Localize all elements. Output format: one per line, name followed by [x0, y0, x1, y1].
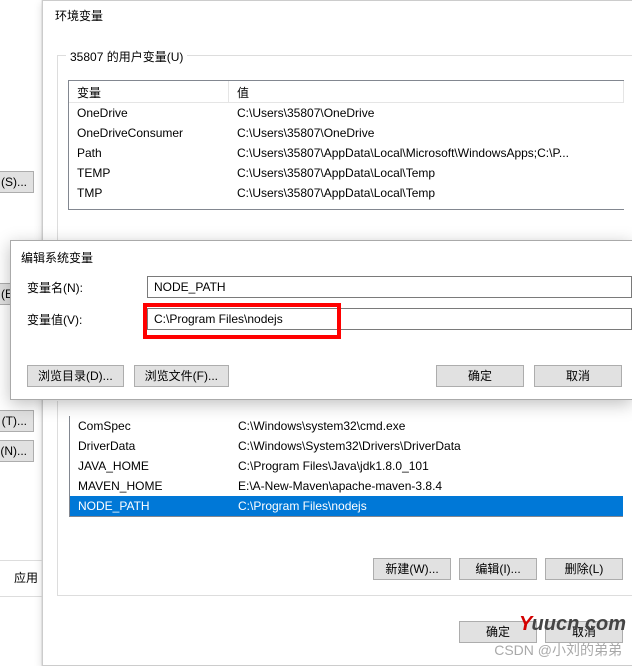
table-row[interactable]: TMP C:\Users\35807\AppData\Local\Temp [69, 183, 624, 203]
table-row[interactable]: OneDrive C:\Users\35807\OneDrive [69, 103, 624, 123]
dialog-title: 编辑系统变量 [21, 249, 93, 266]
table-row[interactable]: TEMP C:\Users\35807\AppData\Local\Temp [69, 163, 624, 183]
cell-name: MAVEN_HOME [70, 476, 230, 496]
table-row[interactable]: OneDriveConsumer C:\Users\35807\OneDrive [69, 123, 624, 143]
table-row-selected[interactable]: NODE_PATH C:\Program Files\nodejs [70, 496, 623, 516]
window-bottom-buttons: 确定 取消 [43, 621, 632, 643]
system-variables-buttons: 新建(W)... 编辑(I)... 删除(L) [43, 558, 632, 580]
cell-name: OneDriveConsumer [69, 123, 229, 143]
table-row[interactable]: ComSpec C:\Windows\system32\cmd.exe [70, 416, 623, 436]
new-button[interactable]: 新建(W)... [373, 558, 451, 580]
cell-value: C:\Program Files\nodejs [230, 496, 623, 516]
user-variables-table[interactable]: 变量 值 OneDrive C:\Users\35807\OneDrive On… [68, 80, 624, 210]
cell-value: C:\Program Files\Java\jdk1.8.0_101 [230, 456, 623, 476]
cell-name: TEMP [69, 163, 229, 183]
cell-name: OneDrive [69, 103, 229, 123]
cell-value: C:\Users\35807\OneDrive [229, 103, 624, 123]
table-row[interactable]: MAVEN_HOME E:\A-New-Maven\apache-maven-3… [70, 476, 623, 496]
col-header-variable[interactable]: 变量 [69, 81, 229, 102]
variable-name-label: 变量名(N): [27, 279, 147, 296]
cell-name: ComSpec [70, 416, 230, 436]
table-row[interactable]: Path C:\Users\35807\AppData\Local\Micros… [69, 143, 624, 163]
ok-button[interactable]: 确定 [459, 621, 537, 643]
cell-name: DriverData [70, 436, 230, 456]
cell-value: C:\Users\35807\AppData\Local\Microsoft\W… [229, 143, 624, 163]
col-header-value[interactable]: 值 [229, 81, 624, 102]
user-variables-legend: 35807 的用户变量(U) [66, 48, 187, 65]
bg-button-s[interactable]: (S)... [0, 171, 34, 193]
cell-value: C:\Windows\System32\Drivers\DriverData [230, 436, 623, 456]
cell-value: C:\Users\35807\AppData\Local\Temp [229, 163, 624, 183]
window-title: 环境变量 [55, 7, 103, 24]
bg-button-t[interactable]: (T)... [0, 410, 34, 432]
variable-name-input[interactable] [147, 276, 632, 298]
cell-name: NODE_PATH [70, 496, 230, 516]
edit-system-variable-dialog: 编辑系统变量 变量名(N): 变量值(V): 浏览目录(D)... 浏览文件(F… [10, 240, 632, 400]
cell-value: C:\Users\35807\OneDrive [229, 123, 624, 143]
dialog-cancel-button[interactable]: 取消 [534, 365, 622, 387]
cell-name: JAVA_HOME [70, 456, 230, 476]
variable-value-label: 变量值(V): [27, 311, 147, 328]
variable-value-input[interactable] [147, 308, 632, 330]
bg-apply-label: 应用 [14, 569, 38, 586]
edit-button[interactable]: 编辑(I)... [459, 558, 537, 580]
cell-value: C:\Users\35807\AppData\Local\Temp [229, 183, 624, 203]
bg-button-n[interactable]: (N)... [0, 440, 34, 462]
delete-button[interactable]: 删除(L) [545, 558, 623, 580]
browse-directory-button[interactable]: 浏览目录(D)... [27, 365, 124, 387]
cell-name: TMP [69, 183, 229, 203]
table-row[interactable]: JAVA_HOME C:\Program Files\Java\jdk1.8.0… [70, 456, 623, 476]
browse-file-button[interactable]: 浏览文件(F)... [134, 365, 229, 387]
dialog-ok-button[interactable]: 确定 [436, 365, 524, 387]
cell-name: Path [69, 143, 229, 163]
system-variables-table[interactable]: ComSpec C:\Windows\system32\cmd.exe Driv… [69, 416, 623, 517]
table-row[interactable]: DriverData C:\Windows\System32\Drivers\D… [70, 436, 623, 456]
cell-value: E:\A-New-Maven\apache-maven-3.8.4 [230, 476, 623, 496]
cancel-button[interactable]: 取消 [545, 621, 623, 643]
cell-value: C:\Windows\system32\cmd.exe [230, 416, 623, 436]
